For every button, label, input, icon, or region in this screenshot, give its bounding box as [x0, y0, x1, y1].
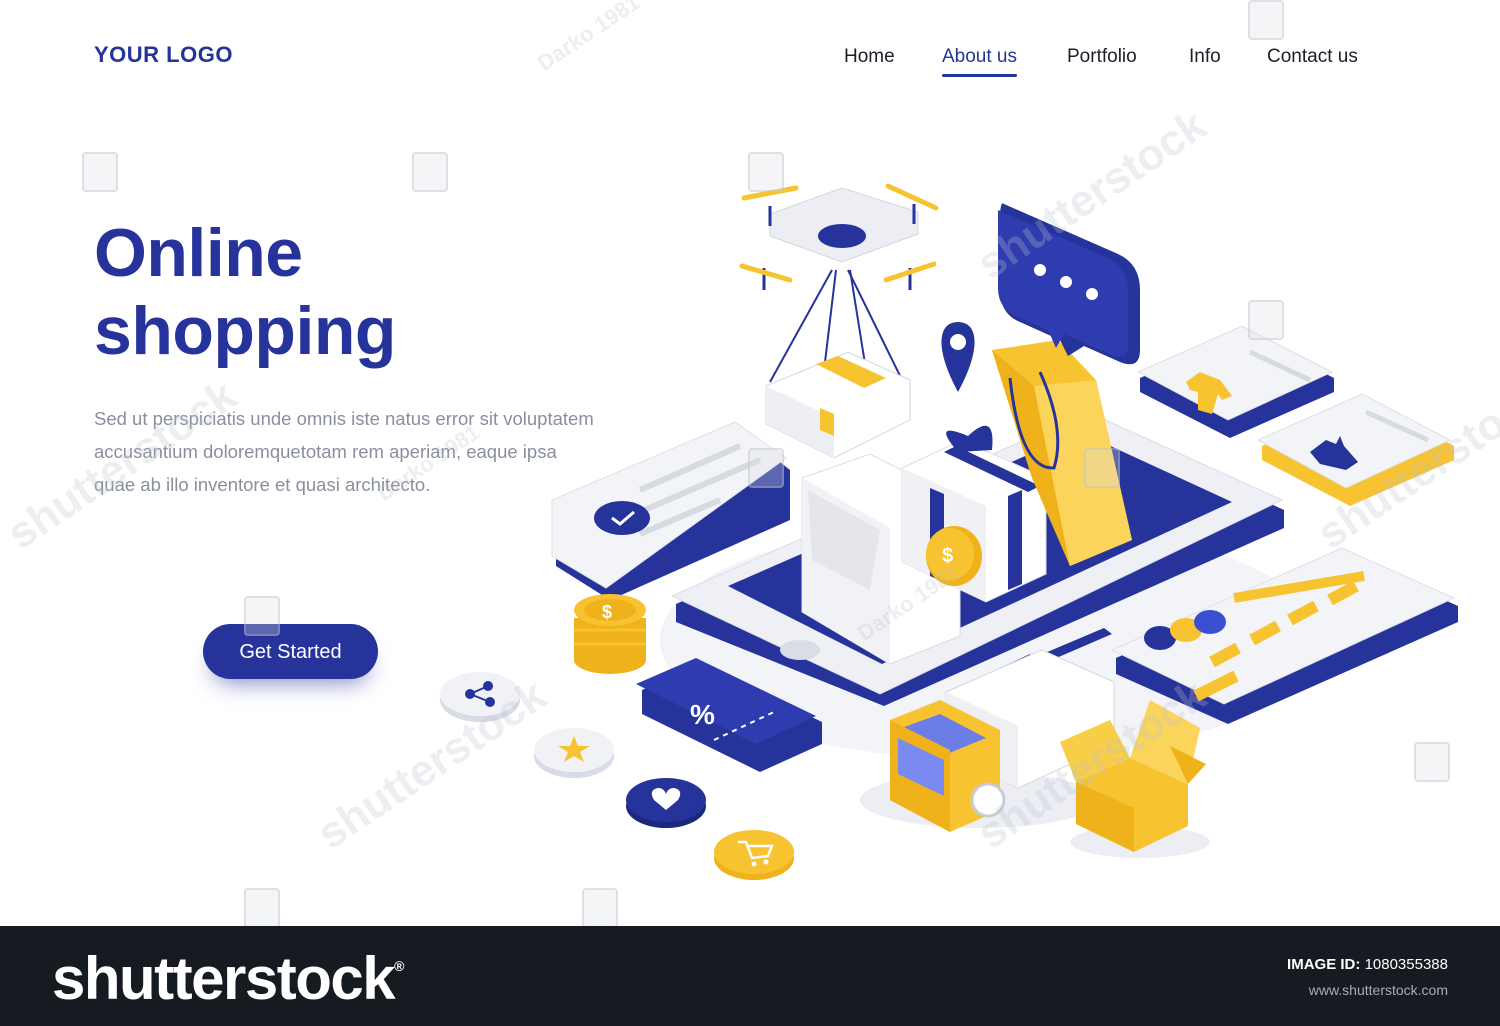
landing-page: YOUR LOGO Home About us Portfolio Info C…	[0, 0, 1500, 926]
watermark-mark	[1414, 742, 1450, 782]
watermark-mark	[82, 152, 118, 192]
watermark-mark	[1248, 0, 1284, 40]
cart-disc	[714, 830, 794, 880]
stock-brand-logo: shutterstock®	[52, 945, 404, 1012]
coin-stack-icon: $	[574, 594, 646, 674]
watermark-mark	[748, 448, 784, 488]
heart-disc	[626, 778, 706, 828]
watermark-mark	[244, 596, 280, 636]
location-pin-icon	[941, 322, 975, 392]
parcel-box	[765, 351, 911, 459]
checkmark-icon	[594, 501, 650, 535]
star-disc	[534, 728, 614, 778]
stock-url: www.shutterstock.com	[1308, 982, 1448, 998]
watermark-mark	[582, 888, 618, 926]
watermark-mark	[244, 888, 280, 926]
watermark-mark	[412, 152, 448, 192]
tablet-home-button	[780, 640, 820, 660]
watermark-mark	[1084, 448, 1120, 488]
coupon-symbol: %	[690, 699, 715, 730]
svg-text:$: $	[602, 602, 612, 622]
watermark-mark	[1248, 300, 1284, 340]
image-id: IMAGE ID: 1080355388	[1287, 956, 1448, 973]
watermark-mark	[748, 152, 784, 192]
stock-footer: shutterstock® IMAGE ID: 1080355388 www.s…	[0, 926, 1500, 1026]
